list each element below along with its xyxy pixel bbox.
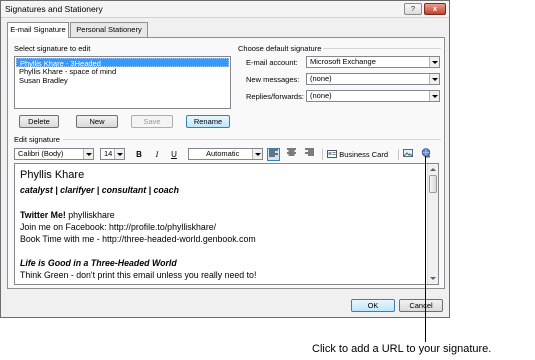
save-button[interactable]: Save xyxy=(131,115,173,128)
chevron-down-icon xyxy=(429,57,439,67)
group-divider xyxy=(63,139,441,140)
signature-line-motto: Life is Good in a Three-Headed World xyxy=(20,258,177,268)
edit-signature-label: Edit signature xyxy=(14,135,60,144)
callout-text: Click to add a URL to your signature. xyxy=(312,343,492,355)
business-card-icon xyxy=(327,150,337,158)
group-divider xyxy=(323,48,441,49)
signature-list-item[interactable]: Susan Bradley xyxy=(16,76,229,85)
delete-button[interactable]: Delete xyxy=(19,115,59,128)
signature-line-title: catalyst | clarifyer | consultant | coac… xyxy=(20,185,179,195)
toolbar-separator xyxy=(322,149,323,160)
underline-button[interactable]: U xyxy=(169,148,179,161)
window-title: Signatures and Stationery xyxy=(5,4,103,14)
signature-line-booking: Book Time with me - http://three-headed-… xyxy=(20,234,256,244)
business-card-button[interactable]: Business Card xyxy=(327,148,397,161)
rename-button[interactable]: Rename xyxy=(186,115,230,128)
signature-list-item[interactable]: Phyllis Khare - 3Headed xyxy=(16,58,229,68)
picture-icon xyxy=(403,149,413,157)
signature-list-item[interactable]: Phyllis Khare - space of mind xyxy=(16,67,229,76)
scroll-down-icon[interactable] xyxy=(428,274,438,284)
chevron-down-icon xyxy=(429,91,439,101)
bold-button[interactable]: B xyxy=(134,148,144,161)
replies-forwards-select[interactable]: (none) xyxy=(306,90,440,102)
replies-forwards-label: Replies/forwards: xyxy=(246,92,304,101)
format-toolbar: Calibri (Body) 14 B I U Automatic Busine… xyxy=(14,147,439,163)
new-messages-label: New messages: xyxy=(246,75,300,84)
italic-button[interactable]: I xyxy=(152,148,162,161)
chevron-down-icon xyxy=(429,74,439,84)
signatures-dialog: Signatures and Stationery ? x E-mail Sig… xyxy=(0,0,450,318)
twitter-label: Twitter Me! xyxy=(20,210,66,220)
font-color-value: Automatic xyxy=(206,149,240,158)
font-size-select[interactable]: 14 xyxy=(100,148,125,160)
align-left-icon xyxy=(269,149,278,157)
signature-line-twitter: Twitter Me! phylliskhare xyxy=(20,210,115,220)
replies-forwards-value: (none) xyxy=(310,91,332,100)
new-messages-value: (none) xyxy=(310,74,332,83)
align-center-button[interactable] xyxy=(285,148,298,161)
email-account-label: E-mail account: xyxy=(246,58,298,67)
tab-personal-stationery[interactable]: Personal Stationery xyxy=(70,22,148,37)
cancel-button[interactable]: Cancel xyxy=(399,299,443,312)
ok-button[interactable]: OK xyxy=(351,299,395,312)
signature-list[interactable]: Phyllis Khare - 3Headed Phyllis Khare - … xyxy=(14,56,231,109)
align-right-icon xyxy=(305,148,314,156)
signature-line-green: Think Green - don't print this email unl… xyxy=(20,270,257,280)
default-signature-label: Choose default signature xyxy=(238,44,322,53)
signature-line-name: Phyllis Khare xyxy=(20,169,85,181)
align-right-button[interactable] xyxy=(303,148,316,161)
email-account-select[interactable]: Microsoft Exchange xyxy=(306,56,440,68)
help-button[interactable]: ? xyxy=(404,3,422,15)
chevron-down-icon xyxy=(114,149,124,159)
editor-scrollbar[interactable] xyxy=(427,164,438,284)
align-center-icon xyxy=(287,148,296,156)
hyperlink-globe-icon xyxy=(421,148,431,158)
signature-line-facebook: Join me on Facebook: http://profile.to/p… xyxy=(20,222,217,232)
insert-picture-button[interactable] xyxy=(402,148,414,161)
chevron-down-icon xyxy=(83,149,93,159)
title-bar: Signatures and Stationery ? x xyxy=(1,1,449,18)
business-card-label: Business Card xyxy=(339,150,389,159)
font-size-value: 14 xyxy=(104,149,113,158)
tab-email-signature[interactable]: E-mail Signature xyxy=(7,22,69,38)
new-button[interactable]: New xyxy=(76,115,118,128)
signature-editor[interactable]: Phyllis Khare catalyst | clarifyer | con… xyxy=(14,163,439,285)
email-account-value: Microsoft Exchange xyxy=(310,57,376,66)
insert-hyperlink-button[interactable] xyxy=(420,148,432,161)
font-value: Calibri (Body) xyxy=(18,149,64,158)
chevron-down-icon xyxy=(252,149,262,159)
close-button[interactable]: x xyxy=(424,3,446,15)
callout-pointer-line xyxy=(425,156,426,342)
align-left-button[interactable] xyxy=(267,148,280,161)
new-messages-select[interactable]: (none) xyxy=(306,73,440,85)
select-signature-label: Select signature to edit xyxy=(14,44,91,53)
twitter-handle: phylliskhare xyxy=(65,210,115,220)
font-color-select[interactable]: Automatic xyxy=(188,148,263,160)
scroll-up-icon[interactable] xyxy=(428,164,438,174)
font-select[interactable]: Calibri (Body) xyxy=(14,148,94,160)
toolbar-separator xyxy=(398,149,399,160)
scroll-thumb[interactable] xyxy=(429,175,437,193)
